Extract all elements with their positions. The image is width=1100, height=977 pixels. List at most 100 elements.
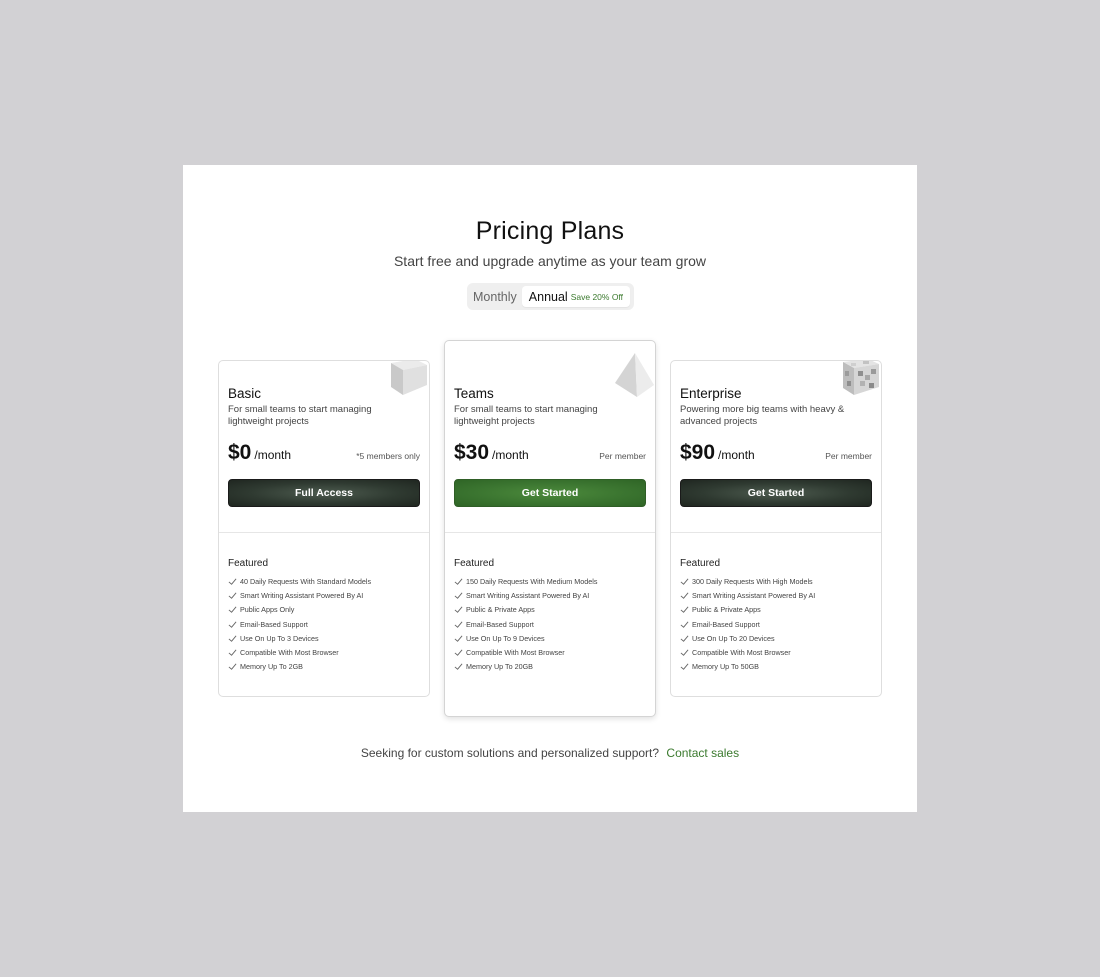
feature-text: 150 Daily Requests With Medium Models [466, 576, 598, 586]
feature-item: Email-Based Support [454, 617, 649, 631]
feature-item: Email-Based Support [228, 617, 423, 631]
check-icon [454, 635, 463, 642]
check-icon [228, 621, 237, 628]
page-title: Pricing Plans [475, 217, 625, 245]
feature-item: 150 Daily Requests With Medium Models [454, 574, 649, 588]
plan-period: /month [718, 448, 755, 462]
full-access-button[interactable]: Full Access [228, 479, 420, 507]
divider [445, 532, 655, 533]
check-icon [228, 592, 237, 599]
feature-text: Smart Writing Assistant Powered By AI [240, 590, 364, 600]
feature-item: Use On Up To 20 Devices [680, 631, 875, 645]
get-started-button[interactable]: Get Started [454, 479, 646, 507]
check-icon [454, 592, 463, 599]
feature-text: Compatible With Most Browser [466, 648, 565, 658]
price-row: $30 /month Per member [454, 441, 646, 465]
features-title: Featured [680, 558, 721, 569]
feature-text: Public Apps Only [240, 605, 295, 615]
plan-description: For small teams to start managing lightw… [228, 404, 372, 427]
feature-item: Public & Private Apps [680, 603, 875, 617]
feature-text: Compatible With Most Browser [692, 648, 791, 658]
plan-description: For small teams to start managing lightw… [454, 404, 598, 427]
feature-item: Compatible With Most Browser [228, 645, 423, 659]
feature-item: Public Apps Only [228, 603, 423, 617]
get-started-button[interactable]: Get Started [680, 479, 872, 507]
check-icon [228, 606, 237, 614]
divider [219, 532, 429, 533]
feature-text: Use On Up To 9 Devices [466, 633, 545, 643]
voxel-cube-icon [843, 361, 879, 395]
plan-name: Enterprise [680, 386, 742, 401]
billing-option-monthly[interactable]: Monthly [471, 290, 522, 304]
check-icon [454, 663, 463, 671]
feature-item: Use On Up To 3 Devices [228, 631, 423, 645]
feature-text: Public & Private Apps [466, 605, 535, 615]
plan-period: /month [492, 448, 529, 462]
feature-text: Use On Up To 3 Devices [240, 633, 319, 643]
check-icon [680, 649, 689, 656]
check-icon [228, 649, 237, 656]
feature-item: 40 Daily Requests With Standard Models [228, 574, 423, 588]
pyramid-icon [615, 353, 654, 397]
plan-name: Teams [454, 386, 494, 401]
annual-discount-badge: Save 20% Off [570, 291, 624, 302]
feature-text: Smart Writing Assistant Powered By AI [692, 590, 816, 600]
plan-description: Powering more big teams with heavy & adv… [680, 404, 845, 427]
price-row: $0 /month *5 members only [228, 441, 420, 465]
feature-text: Memory Up To 50GB [692, 662, 759, 672]
plan-note: Per member [599, 451, 646, 461]
check-icon [228, 635, 237, 642]
check-icon [680, 621, 689, 628]
check-icon [680, 592, 689, 599]
cube-icon [391, 361, 427, 395]
feature-item: Compatible With Most Browser [454, 645, 649, 659]
check-icon [680, 635, 689, 642]
feature-text: Compatible With Most Browser [240, 648, 339, 658]
features-title: Featured [454, 558, 495, 569]
plan-note: *5 members only [356, 451, 420, 461]
check-icon [228, 578, 237, 585]
feature-item: Memory Up To 2GB [228, 660, 423, 674]
check-icon [454, 606, 463, 614]
feature-item: Email-Based Support [680, 617, 875, 631]
feature-item: Compatible With Most Browser [680, 645, 875, 659]
feature-text: 300 Daily Requests With High Models [692, 576, 813, 586]
check-icon [228, 663, 237, 671]
check-icon [454, 621, 463, 628]
plan-price: $90 [680, 441, 716, 464]
feature-item: Smart Writing Assistant Powered By AI [454, 588, 649, 602]
check-icon [680, 663, 689, 671]
feature-text: Email-Based Support [466, 619, 534, 629]
plan-card-enterprise: Enterprise Powering more big teams with … [670, 360, 882, 697]
plan-note: Per member [825, 451, 872, 461]
plan-name: Basic [228, 386, 262, 401]
check-icon [454, 578, 463, 585]
feature-item: Smart Writing Assistant Powered By AI [228, 588, 423, 602]
feature-item: Memory Up To 50GB [680, 660, 875, 674]
check-icon [680, 606, 689, 614]
footer-text: Seeking for custom solutions and persona… [360, 746, 660, 760]
plan-period: /month [254, 448, 292, 462]
feature-text: Smart Writing Assistant Powered By AI [466, 590, 590, 600]
price-row: $90 /month Per member [680, 441, 872, 465]
feature-list: 300 Daily Requests With High Models Smar… [680, 574, 875, 674]
feature-item: 300 Daily Requests With High Models [680, 574, 875, 588]
footer-cta: Seeking for custom solutions and persona… [183, 746, 917, 760]
feature-item: Smart Writing Assistant Powered By AI [680, 588, 875, 602]
plan-card-teams: Teams For small teams to start managing … [444, 340, 656, 717]
page-subtitle: Start free and upgrade anytime as your t… [393, 253, 707, 269]
billing-option-annual[interactable]: Annual Save 20% Off [521, 286, 630, 307]
feature-item: Memory Up To 20GB [454, 660, 649, 674]
feature-text: 40 Daily Requests With Standard Models [240, 576, 372, 586]
feature-list: 150 Daily Requests With Medium Models Sm… [454, 574, 649, 674]
contact-sales-link[interactable]: Contact sales [666, 746, 739, 760]
annual-label: Annual [528, 289, 568, 304]
pricing-panel: Pricing Plans Start free and upgrade any… [183, 165, 917, 812]
feature-item: Public & Private Apps [454, 603, 649, 617]
feature-text: Email-Based Support [240, 619, 308, 629]
features-title: Featured [228, 558, 269, 569]
check-icon [454, 649, 463, 656]
billing-toggle[interactable]: Monthly Annual Save 20% Off [467, 283, 634, 310]
feature-text: Email-Based Support [692, 619, 760, 629]
feature-text: Use On Up To 20 Devices [692, 633, 775, 643]
